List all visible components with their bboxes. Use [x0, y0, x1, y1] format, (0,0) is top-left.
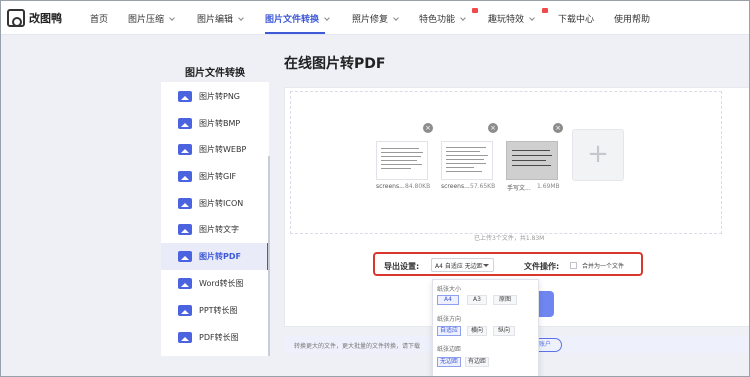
nav-download-center[interactable]: 下载中心 — [558, 12, 594, 25]
nav-photo-repair[interactable]: 照片修复 — [352, 12, 399, 25]
sidebar-item-icon[interactable]: 图片转ICON — [161, 190, 269, 217]
chevron-down-icon — [393, 15, 399, 21]
upload-summary: 已上传3个文件，共1.83M — [474, 235, 545, 242]
image-icon — [178, 118, 192, 129]
sidebar-item-label: 图片转WEBP — [199, 145, 247, 154]
sidebar: 图片转PNG 图片转BMP 图片转WEBP 图片转GIF 图片转ICON 图片转… — [161, 82, 269, 356]
image-icon — [178, 332, 192, 343]
new-badge — [472, 8, 478, 13]
sidebar-item-label: PDF转长图 — [199, 333, 239, 342]
image-icon — [178, 224, 192, 235]
nav-features[interactable]: 特色功能 — [419, 12, 466, 25]
sidebar-item-ppt-long[interactable]: PPT转长图 — [161, 297, 269, 324]
sidebar-item-label: 图片转PDF — [199, 252, 241, 261]
sidebar-item-label: 图片转文字 — [199, 225, 239, 234]
sidebar-item-png[interactable]: 图片转PNG — [161, 83, 269, 110]
sidebar-item-word-long[interactable]: Word转长图 — [161, 270, 269, 297]
paper-size-a4[interactable]: A4 — [437, 295, 459, 305]
notice-text: 转换更大的文件，更大批量的文件转换，请下载 — [294, 343, 421, 350]
sidebar-item-pdf-long[interactable]: PDF转长图 — [161, 324, 269, 351]
merge-checkbox[interactable] — [570, 262, 577, 269]
sidebar-title: 图片文件转换 — [185, 68, 245, 79]
caret-down-icon — [483, 264, 489, 267]
margin-with[interactable]: 有边距 — [465, 357, 489, 367]
export-settings-label: 导出设置: — [384, 262, 420, 271]
sidebar-item-text[interactable]: 图片转文字 — [161, 216, 269, 243]
top-nav: 改图鸭 首页 图片压缩 图片编辑 图片文件转换 照片修复 特色功能 趣玩特效 下… — [1, 1, 749, 35]
page-title: 在线图片转PDF — [284, 56, 386, 72]
sidebar-item-gif[interactable]: 图片转GIF — [161, 163, 269, 190]
nav-image-convert[interactable]: 图片文件转换 — [265, 12, 330, 25]
paper-size-original[interactable]: 原图 — [493, 295, 517, 305]
sidebar-item-webp[interactable]: 图片转WEBP — [161, 136, 269, 163]
app-window: 改图鸭 首页 图片压缩 图片编辑 图片文件转换 照片修复 特色功能 趣玩特效 下… — [0, 0, 750, 377]
file-name: screens... — [441, 183, 470, 190]
file-name: 手写文... — [507, 185, 531, 192]
file-name: screens... — [376, 183, 405, 190]
file-thumbnail — [506, 141, 558, 180]
nav-fun-effects[interactable]: 趣玩特效 — [488, 12, 535, 25]
add-file-button[interactable]: + — [572, 129, 624, 181]
margin-none[interactable]: 无边距 — [437, 357, 461, 367]
sidebar-item-pdf[interactable]: 图片转PDF — [161, 243, 269, 270]
file-size: 57.65KB — [470, 183, 496, 190]
paper-size-label: 纸张大小 — [437, 286, 462, 293]
remove-file-icon[interactable]: × — [488, 123, 498, 133]
nav-image-edit[interactable]: 图片编辑 — [197, 12, 244, 25]
chevron-down-icon — [238, 15, 244, 21]
logo-text[interactable]: 改图鸭 — [29, 10, 62, 26]
sidebar-item-label: 图片转GIF — [199, 172, 237, 181]
file-size: 1.69MB — [537, 183, 560, 190]
orientation-auto[interactable]: 自适应 — [437, 326, 461, 336]
sidebar-item-bmp[interactable]: 图片转BMP — [161, 110, 269, 137]
orientation-label: 纸张方向 — [437, 316, 462, 323]
nav-image-compress[interactable]: 图片压缩 — [128, 12, 175, 25]
new-badge — [542, 8, 548, 13]
logo-icon[interactable] — [7, 9, 25, 27]
merge-label[interactable]: 合并为一个文件 — [582, 261, 624, 270]
nav-active-indicator — [265, 32, 325, 34]
sidebar-item-label: 图片转PNG — [199, 92, 241, 101]
image-icon — [178, 91, 192, 102]
convert-button[interactable] — [539, 291, 554, 317]
chevron-down-icon — [460, 15, 466, 21]
file-size: 84.80KB — [405, 183, 431, 190]
sidebar-item-label: 图片转ICON — [199, 199, 244, 208]
orientation-landscape[interactable]: 横向 — [467, 326, 487, 336]
file-thumbnail — [376, 141, 428, 180]
account-button[interactable]: 账户 — [538, 338, 562, 352]
sidebar-item-label: PPT转长图 — [199, 306, 238, 315]
paper-size-a3[interactable]: A3 — [467, 295, 487, 305]
export-settings-value: A4 自适应 无边距 — [435, 263, 483, 270]
chevron-down-icon — [529, 15, 535, 21]
margin-label: 纸张边距 — [437, 346, 462, 353]
file-operation-label: 文件操作: — [524, 262, 560, 271]
sidebar-item-label: Word转长图 — [199, 279, 244, 288]
image-icon — [178, 251, 192, 262]
remove-file-icon[interactable]: × — [423, 123, 433, 133]
image-icon — [178, 198, 192, 209]
orientation-portrait[interactable]: 纵向 — [493, 326, 515, 336]
nav-home[interactable]: 首页 — [90, 12, 108, 25]
sidebar-item-label: 图片转BMP — [199, 119, 241, 128]
image-icon — [178, 305, 192, 316]
chevron-down-icon — [169, 15, 175, 21]
nav-help[interactable]: 使用帮助 — [614, 12, 650, 25]
sidebar-scrollbar[interactable] — [268, 156, 270, 356]
image-icon — [178, 171, 192, 182]
file-thumbnail — [441, 141, 493, 180]
chevron-down-icon — [324, 15, 330, 21]
image-icon — [178, 144, 192, 155]
image-icon — [178, 278, 192, 289]
remove-file-icon[interactable]: × — [553, 123, 563, 133]
